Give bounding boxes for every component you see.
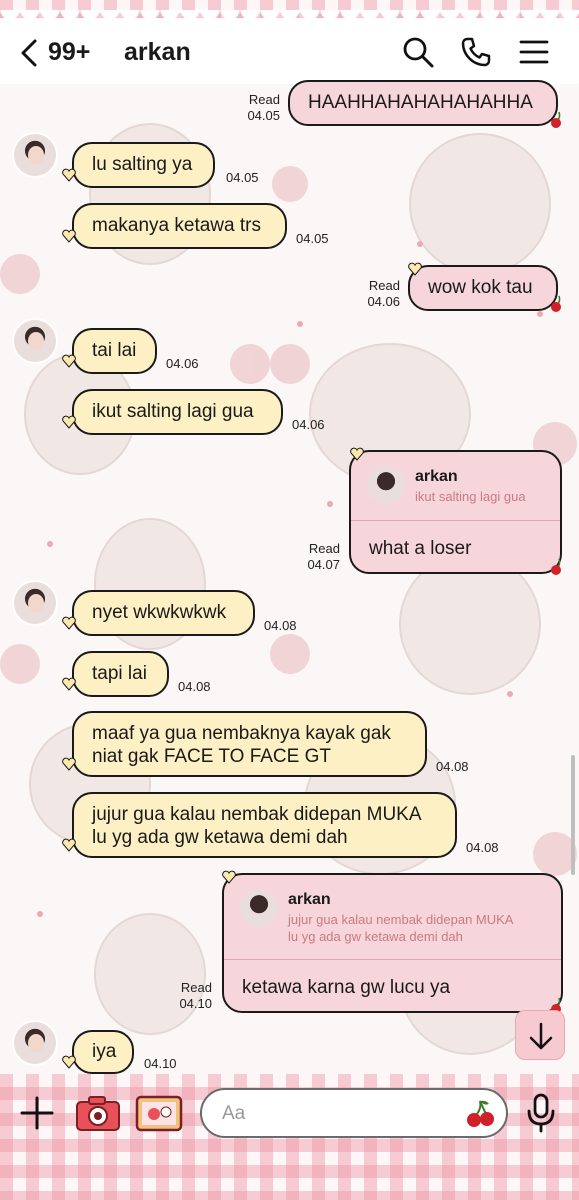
message-time: 04.07 [307,557,340,572]
message-text: wow kok tau [428,277,533,298]
read-status: Read [180,980,212,995]
menu-icon[interactable] [516,34,552,70]
message-bubble-incoming[interactable]: makanya ketawa trs [72,203,287,249]
heart-icon [350,447,364,461]
reply-bubble-outgoing[interactable]: arkan jujur gua kalau nembak didepan MUK… [222,873,563,1013]
cherry-icon [551,111,561,128]
reply-divider [351,520,560,521]
message-bubble-incoming[interactable]: jujur gua kalau nembak didepan MUKA lu y… [72,792,457,858]
quoted-sender: arkan [415,468,458,485]
message-text: makanya ketawa trs [92,215,261,236]
search-icon[interactable] [400,34,436,70]
heart-icon [62,354,76,368]
unread-count[interactable]: 99+ [48,38,90,67]
message-text-line: lu yg ada gw ketawa demi dah [92,827,348,848]
message-composer[interactable] [200,1088,508,1138]
message-input[interactable] [222,1100,442,1128]
message-time: 04.06 [292,417,325,432]
quoted-text-line: jujur gua kalau nembak didepan MUKA [288,912,514,927]
message-text: ikut salting lagi gua [92,401,254,422]
cherry-icon[interactable] [464,1098,496,1130]
message-bubble-incoming[interactable]: tai lai [72,328,157,374]
heart-icon [222,870,236,884]
camera-icon[interactable] [74,1092,122,1134]
message-time: 04.05 [226,170,259,185]
plus-icon[interactable] [18,1094,56,1132]
heart-icon [62,838,76,852]
heart-icon [62,229,76,243]
message-text: iya [92,1041,117,1062]
message-bubble-outgoing[interactable]: wow kok tau [408,265,558,311]
message-time: 04.08 [178,679,211,694]
read-status: Read [308,541,340,556]
contact-avatar[interactable] [12,1020,58,1066]
message-text: what a loser [369,538,472,559]
reply-divider [224,959,561,960]
message-bubble-incoming[interactable]: tapi lai [72,651,169,697]
heart-icon [408,262,422,276]
message-bubble-incoming[interactable]: maaf ya gua nembaknya kayak gak niat gak… [72,711,427,777]
phone-icon[interactable] [458,34,494,70]
message-time: 04.06 [166,356,199,371]
message-bubble-incoming[interactable]: iya [72,1030,134,1074]
message-bubble-incoming[interactable]: nyet wkwkwkwk [72,590,255,636]
contact-avatar[interactable] [12,580,58,626]
quoted-avatar [240,889,278,927]
quoted-avatar [367,466,405,504]
contact-name[interactable]: arkan [124,38,191,67]
reply-bubble-outgoing[interactable]: arkan ikut salting lagi gua what a loser [349,450,562,574]
heart-icon [62,168,76,182]
message-text-line: niat gak FACE TO FACE GT [92,746,331,767]
photo-icon[interactable] [134,1092,184,1134]
message-time: 04.10 [179,996,212,1011]
cherry-icon [551,295,561,312]
message-time: 04.08 [264,618,297,633]
message-text: nyet wkwkwkwk [92,602,227,623]
quoted-sender: arkan [288,891,331,908]
microphone-icon[interactable] [524,1092,558,1134]
scroll-to-bottom-button[interactable] [515,1010,565,1060]
heart-icon [62,677,76,691]
heart-icon [62,1055,76,1069]
read-status: Read [368,278,400,293]
quoted-text: ikut salting lagi gua [415,489,526,504]
contact-avatar[interactable] [12,318,58,364]
message-text: tai lai [92,340,137,361]
message-text: HAAHHAHAHAHAHAHHA [308,92,533,113]
back-icon[interactable] [16,36,44,70]
read-status: Read [248,92,280,107]
message-time: 04.05 [296,231,329,246]
message-text: tapi lai [92,663,147,684]
heart-icon [62,415,76,429]
message-bubble-incoming[interactable]: lu salting ya [72,142,215,188]
message-time: 04.08 [466,840,499,855]
scrollbar[interactable] [571,755,575,875]
cherry-icon [551,558,561,575]
message-time: 04.05 [247,108,280,123]
quoted-text-line: lu yg ada gw ketawa demi dah [288,929,463,944]
contact-avatar[interactable] [12,132,58,178]
message-time: 04.06 [367,294,400,309]
message-text: ketawa karna gw lucu ya [242,977,451,998]
message-bubble-incoming[interactable]: ikut salting lagi gua [72,389,283,435]
message-text: lu salting ya [92,154,193,175]
message-bubble-outgoing[interactable]: HAAHHAHAHAHAHAHHA [288,80,558,126]
message-time: 04.10 [144,1056,177,1071]
heart-icon [62,616,76,630]
message-text-line: jujur gua kalau nembak didepan MUKA [92,804,422,825]
heart-icon [62,757,76,771]
message-text-line: maaf ya gua nembaknya kayak gak [92,723,391,744]
arrow-down-icon [529,1022,553,1050]
message-time: 04.08 [436,759,469,774]
